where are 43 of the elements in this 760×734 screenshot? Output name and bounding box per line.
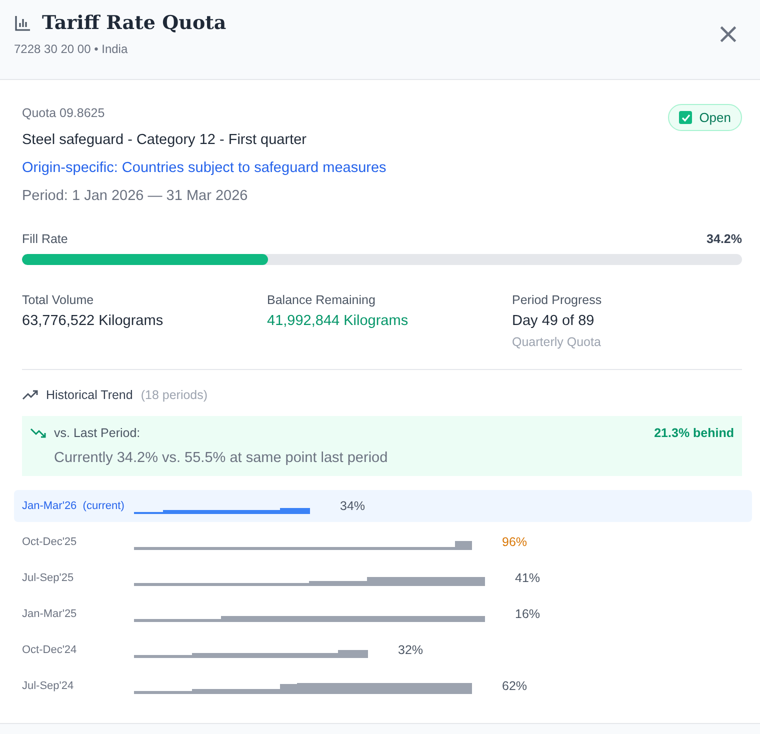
comparison-detail: Currently 34.2% vs. 55.5% at same point last period <box>53 450 389 466</box>
quota-period: Period: 1 Jan 2026 — 31 Mar 2026 <box>22 188 249 204</box>
period-percent: 34% <box>340 499 366 513</box>
quota-name: Steel safeguard - Category 12 - First quarter <box>22 132 308 150</box>
period-label: Jul-Sep'24 <box>22 680 75 692</box>
period-row[interactable]: Oct-Dec'24 32% <box>14 632 752 668</box>
panel-title: Tariff Rate Quota <box>42 12 226 34</box>
period-percent: 32% <box>398 643 424 657</box>
period-count: (18 periods) <box>140 388 208 402</box>
comparison-label: vs. Last Period: <box>54 426 142 440</box>
period-row[interactable]: Jan-Mar'25 16% <box>14 596 752 632</box>
fill-rate-label: Fill Rate <box>22 232 68 246</box>
stat-label: Total Volume <box>22 293 95 307</box>
section-title: Historical Trend <box>46 388 133 402</box>
stat-note: Quarterly Quota <box>512 335 602 349</box>
period-label: Jul-Sep'25 <box>22 572 75 584</box>
period-percent: 96% <box>502 535 528 549</box>
period-row[interactable]: Jul-Sep'24 62% <box>14 668 752 704</box>
period-row[interactable]: Oct-Dec'25 96% <box>14 524 752 560</box>
panel-subtitle: 7228 30 20 00 • India <box>14 42 129 56</box>
trend-up-icon <box>22 389 38 401</box>
status-label: Open <box>699 110 731 125</box>
quota-number: Quota 09.8625 <box>22 106 106 122</box>
stat-label: Period Progress <box>512 293 603 307</box>
origin-link[interactable]: Origin-specific: Countries subject to safeguard measures <box>22 160 386 188</box>
comparison-result: 21.3% behind <box>654 426 734 440</box>
period-row[interactable]: Jan-Mar'26 (current) 34% <box>14 490 752 522</box>
period-row[interactable]: Jul-Sep'25 41% <box>14 560 752 596</box>
period-label: Jan-Mar'26 (current) <box>22 500 126 512</box>
stat-value: 63,776,522 Kilograms <box>22 313 164 329</box>
period-percent: 62% <box>502 679 528 693</box>
stat-label: Balance Remaining <box>267 293 376 307</box>
stat-value: 41,992,844 Kilograms <box>267 313 410 329</box>
close-button[interactable]: × <box>712 20 744 48</box>
period-label: Oct-Dec'25 <box>22 536 78 548</box>
fill-rate-value: 34.2% <box>706 232 742 246</box>
period-percent: 41% <box>515 571 540 585</box>
bar-chart-icon <box>14 14 32 32</box>
period-percent: 16% <box>515 607 540 621</box>
period-label: Jan-Mar'25 <box>22 608 78 620</box>
period-label: Oct-Dec'24 <box>22 644 78 656</box>
trend-down-icon <box>30 427 46 439</box>
stat-value: Day 49 of 89 <box>512 313 596 329</box>
